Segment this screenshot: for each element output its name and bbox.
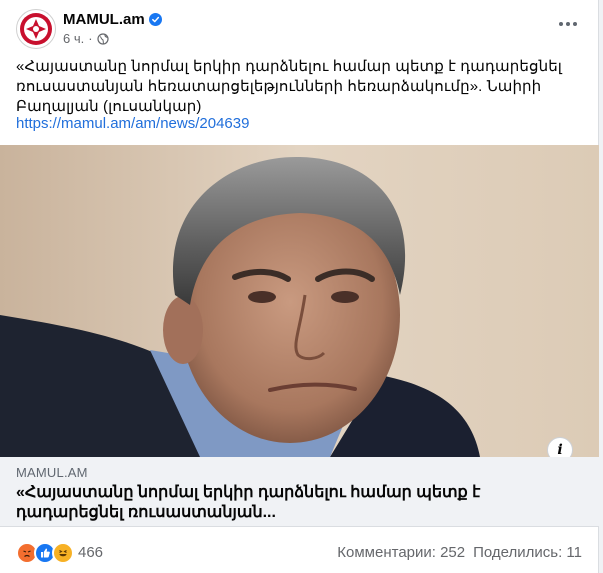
mamul-logo-icon	[20, 13, 52, 45]
haha-icon	[52, 542, 74, 564]
post-meta: 6 ч. ·	[63, 31, 109, 46]
post-card: MAMUL.am 6 ч. · «Հայաստանը նորմալ երկիր …	[0, 0, 599, 573]
post-time[interactable]: 6 ч.	[63, 31, 84, 46]
engagement-stats: Комментарии: 252 Поделились: 11	[337, 544, 582, 561]
portrait-image	[0, 145, 599, 457]
dot-icon	[573, 22, 577, 26]
post-link[interactable]: https://mamul.am/am/news/204639	[16, 114, 249, 134]
reactions-summary[interactable]	[16, 542, 74, 564]
verified-badge-icon	[148, 13, 162, 26]
meta-separator: ·	[88, 31, 93, 46]
page-name[interactable]: MAMUL.am	[63, 11, 145, 28]
post-text: «Հայաստանը նորմալ երկիր դարձնելու համար …	[16, 58, 562, 115]
comments-count[interactable]: Комментарии: 252	[337, 544, 465, 561]
preview-domain: MAMUL.AM	[16, 465, 88, 480]
shares-count[interactable]: Поделились: 11	[473, 544, 582, 561]
globe-icon	[96, 32, 109, 45]
page-avatar[interactable]	[16, 9, 56, 49]
reaction-count[interactable]: 466	[78, 544, 103, 561]
dot-icon	[559, 22, 563, 26]
page-name-link[interactable]: MAMUL.am	[63, 11, 162, 28]
link-preview[interactable]: MAMUL.AM «Հայաստանը նորմալ երկիր դարձնել…	[0, 457, 599, 527]
post-footer: 466 Комментарии: 252 Поделились: 11	[16, 538, 582, 566]
more-options-button[interactable]	[554, 13, 582, 35]
post-photo[interactable]	[0, 145, 599, 457]
dot-icon	[566, 22, 570, 26]
preview-title[interactable]: «Հայաստանը նորմալ երկիր դարձնելու համար …	[16, 483, 576, 523]
post-header: MAMUL.am 6 ч. ·	[16, 9, 582, 49]
